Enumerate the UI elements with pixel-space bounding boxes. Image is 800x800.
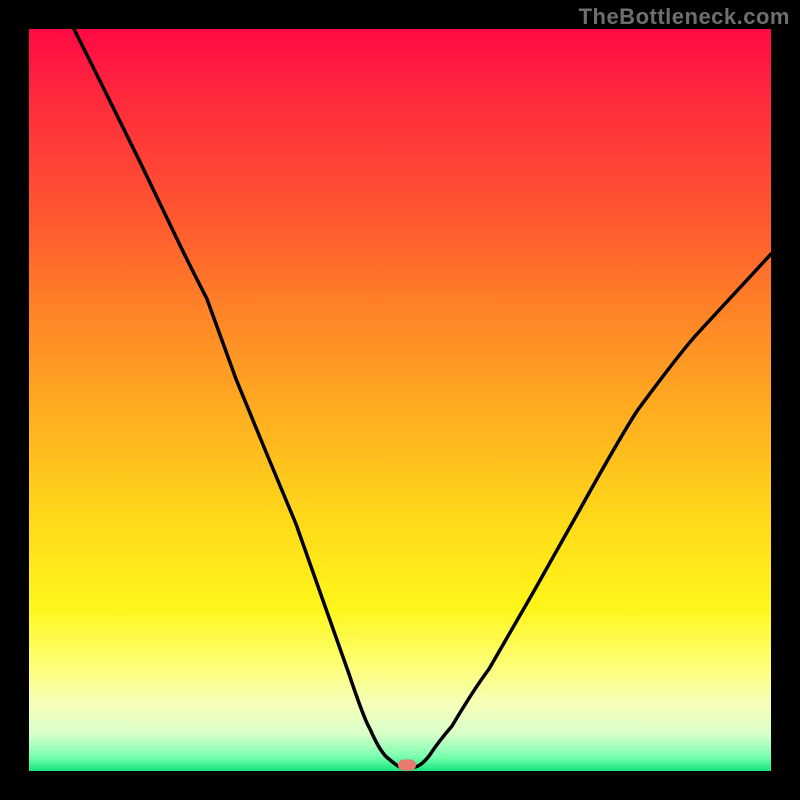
- valley-marker: [398, 760, 416, 771]
- chart-frame: TheBottleneck.com: [0, 0, 800, 800]
- bottleneck-curve: [29, 29, 771, 771]
- curve-path: [74, 29, 771, 767]
- watermark-text: TheBottleneck.com: [579, 4, 790, 30]
